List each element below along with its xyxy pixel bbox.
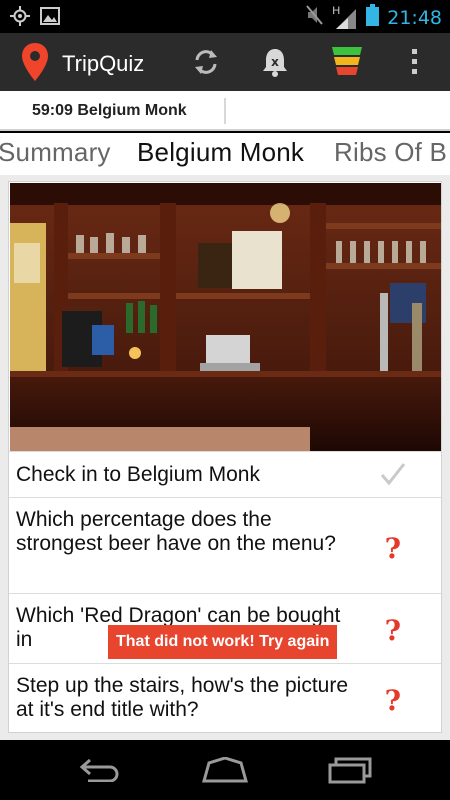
question-text: Step up the stairs, how's the picture at… (16, 674, 349, 721)
network-type-label: H (332, 4, 341, 17)
overflow-menu-icon[interactable] (395, 42, 435, 82)
status-bar: H 21:48 (0, 0, 450, 33)
question-icon: ? (384, 684, 401, 717)
signal-icon: H (332, 4, 358, 29)
home-icon[interactable] (200, 754, 250, 786)
action-bar: TripQuiz x (0, 33, 450, 91)
app-title: TripQuiz (62, 51, 145, 76)
tab-summary[interactable]: Summary (0, 137, 111, 168)
list-item[interactable]: Which percentage does the strongest beer… (9, 497, 441, 593)
question-text: Check in to Belgium Monk (16, 463, 260, 486)
bell-off-icon[interactable]: x (255, 42, 295, 82)
image-icon (40, 6, 60, 31)
tab-ribs-of-b[interactable]: Ribs Of B (334, 137, 447, 168)
back-icon[interactable] (75, 754, 125, 786)
list-item[interactable]: Step up the stairs, how's the picture at… (9, 663, 441, 732)
map-pin-icon[interactable] (22, 43, 48, 86)
recents-icon[interactable] (326, 754, 376, 786)
tab-belgium-monk[interactable]: Belgium Monk (137, 137, 304, 168)
level-indicator-icon[interactable] (327, 42, 367, 82)
question-text: Which percentage does the strongest beer… (16, 508, 336, 555)
navigation-bar (0, 740, 450, 800)
location-photo (10, 183, 441, 451)
error-toast: That did not work! Try again (108, 625, 338, 659)
question-icon: ? (384, 614, 401, 647)
gps-icon (10, 6, 30, 31)
mute-icon (306, 5, 324, 30)
location-tabs: Summary Belgium Monk Ribs Of B (0, 133, 450, 175)
checkmark-icon (379, 461, 407, 492)
clock: 21:48 (387, 6, 442, 29)
countdown-timer: 59:09 Belgium Monk (32, 102, 187, 119)
battery-icon (366, 4, 380, 31)
svg-text:x: x (271, 55, 279, 69)
timer-bar: 59:09 Belgium Monk (0, 91, 450, 131)
list-item[interactable]: Check in to Belgium Monk (9, 451, 441, 497)
refresh-icon[interactable] (186, 42, 226, 82)
divider (224, 98, 226, 124)
question-icon: ? (384, 532, 401, 565)
